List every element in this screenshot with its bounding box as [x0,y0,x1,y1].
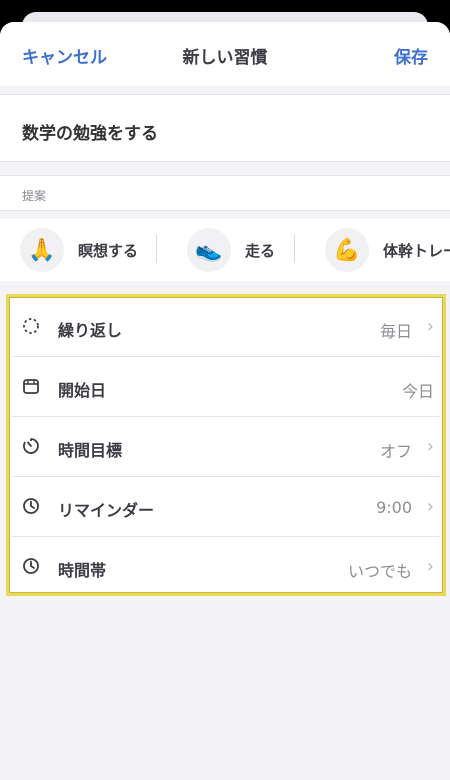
suggestion-label: 瞑想する [78,241,139,260]
calendar-icon [23,379,39,394]
setting-row-repeat[interactable]: 繰り返し 毎日 › [12,297,440,357]
timer-icon [23,438,39,454]
repeat-dotted-circle-icon [23,318,39,334]
setting-row-start-date[interactable]: 開始日 今日 [12,357,440,417]
setting-label: 時間目標 [58,441,123,460]
setting-value: 今日 [401,382,434,401]
chevron-right-icon: › [426,316,434,337]
suggestion-label: 走る [245,241,276,260]
suggestion-chip-meditate[interactable]: 🙏 瞑想する [20,227,138,273]
habit-name-field[interactable]: 数学の勉強をする [0,94,450,162]
habit-settings-list: 繰り返し 毎日 › 開始日 今日 時間目標 オフ › リマインダー 9:00 ›… [6,294,446,596]
save-button[interactable]: 保存 [394,43,428,68]
suggestion-label: 体幹トレー [383,241,450,260]
setting-value: いつでも [347,562,412,581]
praying-hands-icon: 🙏 [20,228,64,272]
setting-label: 時間帯 [58,561,107,580]
setting-row-reminder[interactable]: リマインダー 9:00 › [12,477,440,537]
suggestion-chip-run[interactable]: 👟 走る [187,227,275,273]
setting-label: 開始日 [58,381,107,400]
suggestions-header: 提案 [0,175,450,211]
setting-row-time-of-day[interactable]: 時間帯 いつでも › [12,537,440,597]
nav-bar: キャンセル 新しい習慣 保存 [0,22,450,86]
setting-value: 9:00 [376,498,412,517]
setting-value: 毎日 [379,322,412,341]
suggestions-label: 提案 [22,189,47,203]
chevron-right-icon: › [426,556,434,577]
suggestion-chip-core-training[interactable]: 💪 体幹トレー [325,227,450,273]
empty-area [0,598,450,780]
suggestion-chips: 🙏 瞑想する 👟 走る 💪 体幹トレー [0,219,450,281]
setting-label: リマインダー [58,501,155,520]
flexed-arm-icon: 💪 [325,228,369,272]
clock-icon [23,558,39,574]
setting-label: 繰り返し [58,321,123,340]
chevron-right-icon: › [426,496,434,517]
chip-divider [156,235,157,263]
chevron-right-icon: › [426,436,434,457]
habit-name-value: 数学の勉強をする [22,124,158,144]
sneaker-icon: 👟 [187,228,231,272]
page-title: 新しい習慣 [182,48,268,68]
setting-row-time-goal[interactable]: 時間目標 オフ › [12,417,440,477]
new-habit-sheet: キャンセル 新しい習慣 保存 数学の勉強をする 提案 🙏 瞑想する 👟 走る 💪… [0,22,450,780]
chip-divider [294,235,295,263]
setting-value: オフ [379,442,412,461]
clock-icon [23,498,39,514]
